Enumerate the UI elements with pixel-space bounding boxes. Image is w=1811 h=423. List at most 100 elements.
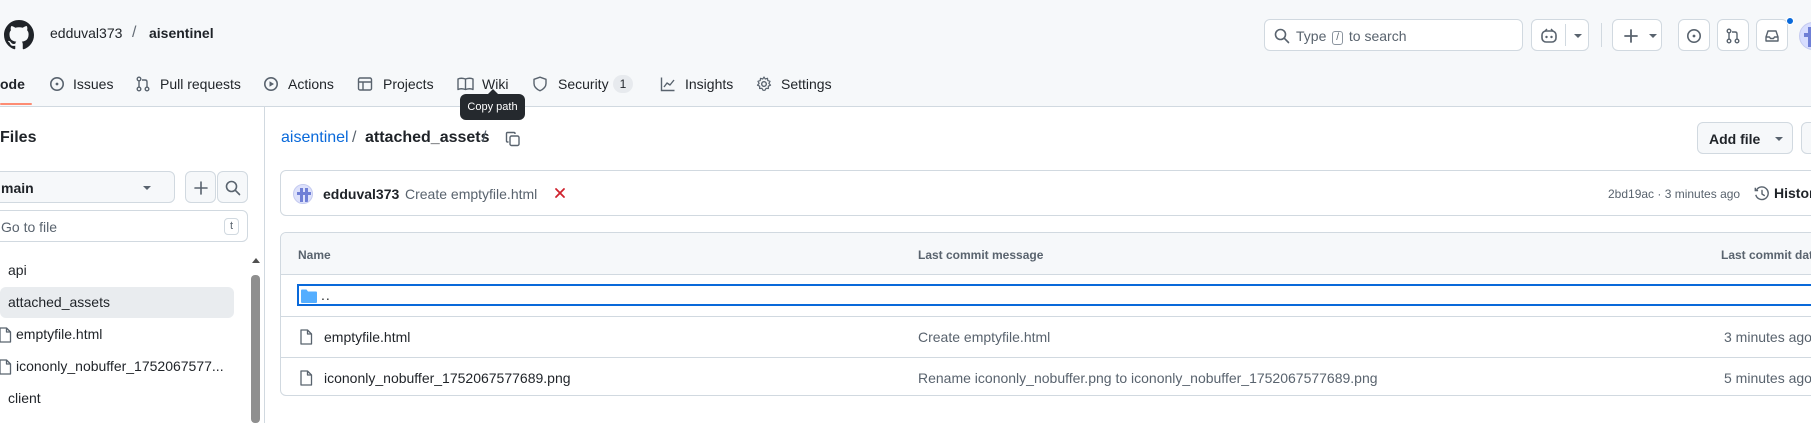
copy-path-button[interactable] — [501, 127, 525, 151]
breadcrumb-repo-link[interactable]: aisentinel — [281, 129, 349, 147]
plus-icon — [1624, 29, 1638, 43]
tab-pull-requests[interactable]: Pull requests — [135, 75, 245, 95]
search-icon — [225, 180, 241, 196]
plus-icon — [194, 181, 208, 195]
inbox-icon — [1765, 30, 1779, 42]
table-row[interactable]: emptyfile.html Create emptyfile.html 3 m… — [281, 316, 1811, 356]
shield-icon — [533, 76, 547, 92]
tree-item-label: attached_assets — [8, 294, 110, 310]
file-table: Name Last commit message Last commit dat… — [280, 232, 1811, 396]
create-new-button[interactable] — [1612, 19, 1662, 51]
tree-item-emptyfile[interactable]: emptyfile.html — [0, 319, 234, 350]
add-file-tree-button[interactable] — [185, 171, 216, 203]
search-input[interactable]: Type / to search — [1264, 19, 1523, 51]
tree-item-label: client — [8, 390, 41, 406]
commit-message-link[interactable]: Rename icononly_nobuffer.png to icononly… — [918, 370, 1378, 386]
inbox-button[interactable] — [1756, 19, 1788, 51]
commit-message-link[interactable]: Create emptyfile.html — [918, 329, 1050, 345]
column-header-message: Last commit message — [918, 248, 1044, 262]
tab-projects-label: Projects — [383, 76, 434, 92]
add-file-label: Add file — [1709, 131, 1761, 147]
pull-request-icon — [136, 76, 150, 92]
tree-item-client[interactable]: client — [0, 383, 234, 414]
file-icon — [300, 329, 313, 345]
more-options-button[interactable] — [1801, 122, 1811, 154]
pull-requests-shortcut-button[interactable] — [1717, 19, 1749, 51]
pull-request-icon — [1726, 28, 1740, 44]
global-header: edduval373 / aisentinel Type / to search — [0, 0, 1811, 62]
tree-item-api[interactable]: api — [0, 255, 234, 286]
search-shortcut-key: / — [1332, 31, 1344, 45]
commit-hash-time[interactable]: 2bd19ac · 3 minutes ago — [1608, 187, 1740, 201]
security-count-badge: 1 — [613, 75, 633, 93]
column-header-date: Last commit date — [1721, 248, 1811, 262]
table-icon — [357, 77, 373, 91]
file-icon — [0, 327, 12, 343]
tree-item-label: icononly_nobuffer_1752067577... — [16, 358, 224, 374]
parent-directory-link: .. — [321, 287, 331, 303]
copilot-button[interactable] — [1531, 19, 1589, 51]
search-suffix: to search — [1348, 28, 1407, 44]
add-file-button[interactable]: Add file — [1697, 122, 1793, 154]
avatar[interactable] — [293, 184, 313, 204]
play-icon — [264, 77, 278, 91]
tab-insights[interactable]: Insights — [660, 75, 735, 95]
tab-projects[interactable]: Projects — [357, 75, 437, 95]
tree-item-attached-assets[interactable]: attached_assets — [0, 287, 234, 318]
search-icon — [1274, 28, 1290, 44]
github-logo-icon[interactable] — [4, 20, 34, 50]
tab-settings[interactable]: Settings — [756, 75, 834, 95]
commit-message-link[interactable]: Create emptyfile.html — [405, 186, 537, 202]
go-to-file-shortcut: t — [223, 218, 239, 235]
tab-issues-label: Issues — [73, 76, 114, 92]
file-name-link[interactable]: icononly_nobuffer_1752067577689.png — [324, 370, 571, 386]
header-separator: / — [132, 24, 137, 41]
issues-shortcut-button[interactable] — [1678, 19, 1710, 51]
tree-item-icononly-png[interactable]: icononly_nobuffer_1752067577... — [0, 351, 234, 382]
file-name-link[interactable]: emptyfile.html — [324, 329, 410, 345]
graph-icon — [660, 77, 675, 92]
avatar[interactable] — [1799, 22, 1811, 50]
copy-icon — [505, 131, 520, 147]
search-files-button[interactable] — [217, 171, 248, 203]
parent-directory-row[interactable]: .. — [297, 284, 1811, 306]
file-icon — [0, 359, 12, 375]
tab-settings-label: Settings — [781, 76, 832, 92]
go-to-file-input[interactable]: Go to file t — [0, 210, 248, 242]
tab-security[interactable]: Security 1 — [532, 75, 637, 95]
tab-actions[interactable]: Actions — [263, 75, 338, 95]
table-header: Name Last commit message Last commit dat… — [281, 233, 1811, 275]
notification-dot — [1786, 17, 1794, 25]
tab-issues[interactable]: Issues — [49, 75, 114, 95]
latest-commit-box: edduval373 Create emptyfile.html 2bd19ac… — [280, 170, 1811, 216]
tab-actions-label: Actions — [288, 76, 334, 92]
copilot-icon — [1541, 28, 1557, 43]
sidebar-title: Files — [0, 129, 37, 146]
commit-date: 3 minutes ago — [1724, 329, 1811, 345]
branch-name: main — [1, 180, 34, 196]
breadcrumb-current-dir: attached_assets — [365, 129, 490, 146]
history-label: History — [1774, 185, 1811, 201]
tab-wiki[interactable]: Wiki — [457, 75, 512, 95]
scroll-up-arrow-icon[interactable] — [252, 257, 260, 263]
chevron-down-icon — [143, 186, 151, 190]
header-divider — [1601, 23, 1602, 47]
file-icon — [300, 370, 313, 386]
tab-security-label: Security — [558, 76, 609, 92]
x-icon[interactable] — [553, 186, 567, 200]
history-icon — [1754, 186, 1769, 201]
tab-code-label: ode — [0, 76, 25, 92]
folder-icon — [301, 289, 317, 303]
go-to-file-placeholder: Go to file — [1, 219, 58, 235]
repo-nav: ode Issues Pull requests Actions Project… — [0, 62, 1811, 107]
owner-link[interactable]: edduval373 — [50, 25, 122, 41]
branch-selector[interactable]: main — [0, 171, 175, 203]
issue-opened-icon — [1687, 29, 1701, 43]
tree-item-label: emptyfile.html — [16, 326, 103, 342]
book-icon — [457, 77, 474, 91]
table-row[interactable]: icononly_nobuffer_1752067577689.png Rena… — [281, 357, 1811, 395]
repo-link[interactable]: aisentinel — [149, 25, 214, 41]
commit-author-link[interactable]: edduval373 — [323, 186, 399, 202]
sidebar-scrollbar-thumb[interactable] — [251, 275, 260, 423]
tab-pull-requests-label: Pull requests — [160, 76, 241, 92]
